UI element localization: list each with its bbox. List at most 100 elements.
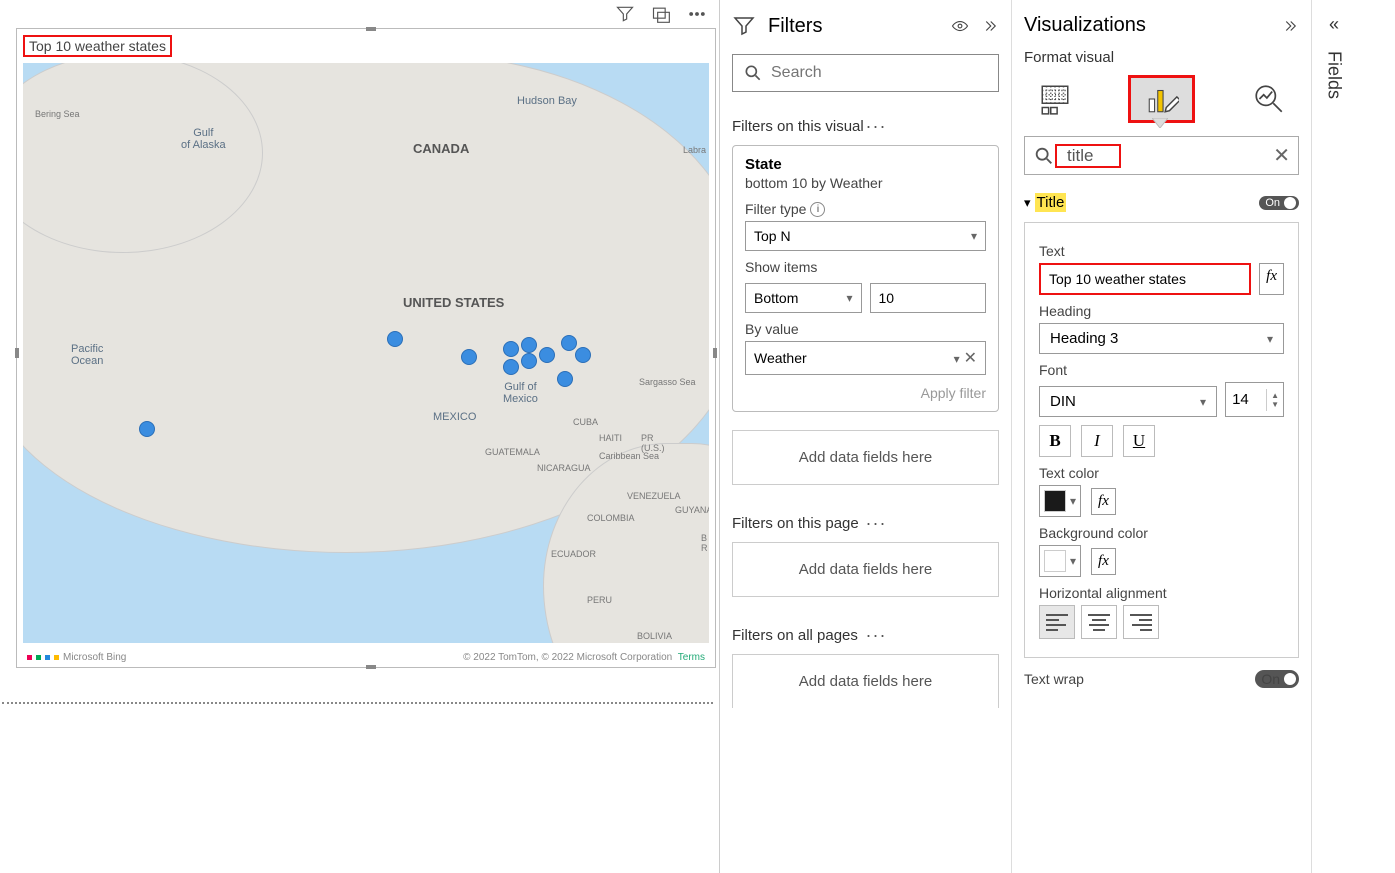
search-icon [1033,145,1055,167]
text-color-label: Text color [1039,465,1284,481]
map-area[interactable]: CANADA UNITED STATES MEXICO Pacific Ocea… [23,63,709,643]
visual-filter-icon[interactable] [615,4,635,29]
title-text-input[interactable] [1039,263,1251,295]
filter-summary: bottom 10 by Weather [745,175,986,191]
more-icon[interactable]: ··· [866,513,1000,534]
popout-icon[interactable] [651,4,671,29]
more-icon[interactable]: ··· [866,116,1000,137]
build-visual-tab[interactable] [1024,78,1085,120]
filter-field-name: State [745,156,986,173]
chevron-down-icon: ▾ [1267,332,1273,346]
by-value-select[interactable]: Weather ▾✕ [745,341,986,375]
filters-all-section: Filters on all pages [732,627,866,644]
filters-visual-section: Filters on this visual [732,118,866,135]
map-point[interactable] [387,331,403,347]
map-point[interactable] [461,349,477,365]
viz-heading: Visualizations [1024,14,1269,37]
fx-button[interactable]: fx [1091,548,1116,575]
filters-page-section: Filters on this page [732,515,866,532]
fields-rail-label: Fields [1324,51,1345,99]
format-visual-subheading: Format visual [1024,49,1299,66]
fx-button[interactable]: fx [1259,263,1284,295]
chevron-down-icon[interactable]: ▾ [1024,195,1031,211]
align-right-button[interactable] [1123,605,1159,639]
visualizations-pane: Visualizations Format visual ✕ ▾ Title O… [1012,0,1312,873]
all-filters-dropzone[interactable]: Add data fields here [732,654,999,708]
filter-type-label: Filter type [745,201,806,217]
format-search[interactable]: ✕ [1024,136,1299,175]
analytics-tab[interactable] [1238,78,1299,120]
font-family-select[interactable]: DIN▾ [1039,386,1217,417]
bg-color-label: Background color [1039,525,1284,541]
text-wrap-toggle[interactable]: On [1255,670,1299,688]
fields-pane-collapsed[interactable]: « Fields [1312,0,1356,873]
filters-search[interactable] [732,54,999,92]
map-point[interactable] [575,347,591,363]
chevron-down-icon: ▾ [1070,494,1076,508]
filters-pane: Filters Filters on this visual ··· State… [720,0,1012,873]
map-point[interactable] [503,359,519,375]
text-color-picker[interactable]: ▾ [1039,485,1081,517]
align-left-button[interactable] [1039,605,1075,639]
map-point[interactable] [503,341,519,357]
font-size-input[interactable]: ▲▼ [1225,382,1284,417]
map-point[interactable] [521,353,537,369]
more-icon[interactable]: ··· [866,625,1000,646]
by-value-label: By value [745,321,799,337]
underline-button[interactable]: U [1123,425,1155,457]
collapse-right-icon[interactable] [981,17,999,35]
halign-label: Horizontal alignment [1039,585,1284,601]
align-center-button[interactable] [1081,605,1117,639]
more-icon[interactable] [687,4,707,29]
report-canvas: Top 10 weather states CANADA UNITED STAT… [0,0,720,873]
direction-select[interactable]: Bottom▾ [745,283,862,313]
title-text-label: Text [1039,243,1284,259]
collapse-right-icon[interactable] [1281,17,1299,35]
map-point[interactable] [557,371,573,387]
clear-icon[interactable]: ✕ [964,350,977,367]
bg-color-picker[interactable]: ▾ [1039,545,1081,577]
filters-search-input[interactable] [771,64,988,82]
title-toggle[interactable]: On [1259,196,1299,210]
map-point[interactable] [561,335,577,351]
format-search-input[interactable] [1067,146,1115,166]
chevron-down-icon: ▾ [971,229,977,243]
map-point[interactable] [139,421,155,437]
italic-button[interactable]: I [1081,425,1113,457]
state-filter-card[interactable]: State bottom 10 by Weather Filter type i… [732,145,999,412]
page-filters-dropzone[interactable]: Add data fields here [732,542,999,597]
text-wrap-label: Text wrap [1024,671,1084,687]
filters-heading: Filters [768,15,939,38]
title-section-label[interactable]: Title [1035,193,1067,212]
search-icon [743,63,763,83]
heading-level-label: Heading [1039,303,1284,319]
chevron-down-icon: ▾ [1070,554,1076,568]
stepper-down-icon[interactable]: ▼ [1271,400,1279,409]
map-credits: © 2022 TomTom, © 2022 Microsoft Corporat… [463,652,705,663]
chevron-down-icon: ▾ [846,291,852,305]
map-point[interactable] [521,337,537,353]
visual-filters-dropzone[interactable]: Add data fields here [732,430,999,485]
format-visual-tab[interactable] [1131,78,1192,120]
map-point[interactable] [539,347,555,363]
show-items-label: Show items [745,259,817,275]
clear-search-icon[interactable]: ✕ [1273,143,1290,168]
visual-title: Top 10 weather states [23,35,172,57]
filter-icon [732,14,756,38]
info-icon[interactable]: i [810,202,825,217]
title-properties-card: Text fx Heading Heading 3▾ Font DIN▾ ▲▼ … [1024,222,1299,658]
expand-left-icon[interactable]: « [1329,14,1339,35]
apply-filter-link[interactable]: Apply filter [745,385,986,401]
font-label: Font [1039,362,1284,378]
eye-icon[interactable] [951,17,969,35]
stepper-up-icon[interactable]: ▲ [1271,391,1279,400]
map-visual[interactable]: Top 10 weather states CANADA UNITED STAT… [16,28,716,668]
fx-button[interactable]: fx [1091,488,1116,515]
filter-type-select[interactable]: Top N▾ [745,221,986,251]
terms-link[interactable]: Terms [678,652,705,663]
heading-level-select[interactable]: Heading 3▾ [1039,323,1284,354]
bold-button[interactable]: B [1039,425,1071,457]
chevron-down-icon: ▾ [954,352,960,366]
count-input[interactable]: 10 [870,283,987,313]
map-attribution: Microsoft Bing [27,652,126,663]
